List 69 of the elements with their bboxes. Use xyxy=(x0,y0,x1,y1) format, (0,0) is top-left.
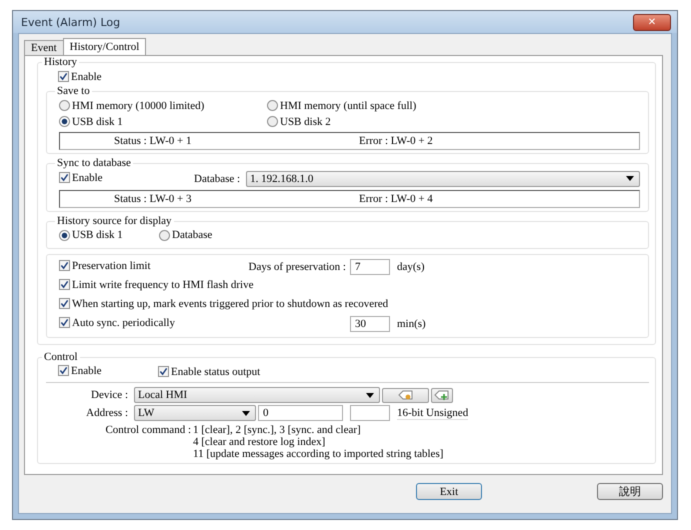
checkbox[interactable]: Enable xyxy=(59,172,103,184)
check-icon xyxy=(159,367,168,376)
checkbox-box[interactable] xyxy=(59,260,70,272)
radio-label: USB disk 1 xyxy=(72,116,123,128)
check-icon xyxy=(60,173,69,182)
check-icon xyxy=(59,72,68,81)
checkbox-label: Enable xyxy=(71,70,102,82)
address-type-dropdown[interactable]: LW xyxy=(134,405,256,421)
checkbox-box[interactable] xyxy=(58,365,69,376)
tag-icon xyxy=(398,389,414,401)
dropdown-arrow-icon xyxy=(626,176,634,181)
radio-button[interactable] xyxy=(267,116,278,127)
field-label: Days of preservation : xyxy=(248,260,346,272)
checkbox-label: Enable xyxy=(72,172,103,184)
window-title: Event (Alarm) Log xyxy=(21,16,120,28)
error-text: Error : LW-0 + 4 xyxy=(359,193,433,205)
command-text: 11 [update messages according to imported string tables] xyxy=(193,448,444,460)
database-dropdown[interactable]: 1. 192.168.1.0 xyxy=(246,170,640,186)
dropdown-arrow-icon xyxy=(366,392,374,398)
radio-label: USB disk 2 xyxy=(280,116,331,128)
checkbox-box[interactable] xyxy=(59,317,70,328)
status-text: Status : LW-0 + 1 xyxy=(114,135,192,147)
command-label: Control command : xyxy=(104,424,191,438)
error-text: Error : LW-0 + 2 xyxy=(359,135,433,147)
tab[interactable]: History/Control xyxy=(62,38,146,55)
radio-label: USB disk 1 xyxy=(72,229,123,242)
checkbox-box[interactable] xyxy=(158,366,169,377)
checkbox[interactable]: Enable xyxy=(58,364,102,377)
checkbox-box[interactable] xyxy=(59,298,70,310)
radio-label: Database xyxy=(172,229,212,242)
dropdown-arrow-icon xyxy=(242,410,250,416)
radio-button[interactable] xyxy=(159,230,170,241)
input-field[interactable] xyxy=(350,405,390,421)
settings-button[interactable] xyxy=(382,388,429,402)
dialog-button[interactable]: Exit xyxy=(416,483,482,500)
device-dropdown[interactable]: Local HMI xyxy=(134,387,380,403)
radio-button[interactable] xyxy=(267,100,278,111)
input-field[interactable]: 30 xyxy=(350,316,390,332)
checkbox-label: Enable xyxy=(71,364,102,377)
group-title: History xyxy=(43,56,78,68)
tag-add-icon xyxy=(434,389,450,401)
input-field[interactable]: 7 xyxy=(350,258,390,274)
dialog-button[interactable]: 說明 xyxy=(597,483,663,500)
field-label: Database : xyxy=(194,172,240,184)
radio-button[interactable] xyxy=(59,230,70,241)
tab[interactable]: Event xyxy=(24,40,64,55)
add-button[interactable] xyxy=(431,388,453,402)
checkbox-box[interactable] xyxy=(59,172,70,184)
data-format-label: 16-bit Unsigned xyxy=(397,406,468,420)
checkbox-box[interactable] xyxy=(58,71,69,82)
field-label: Address : xyxy=(85,407,128,419)
group-title: Sync to database xyxy=(56,157,132,169)
command-text: 1 [clear], 2 [sync.], 3 [sync. and clear] xyxy=(193,424,362,436)
checkbox-box[interactable] xyxy=(59,279,70,290)
group-title: History source for display xyxy=(56,215,173,227)
field-label: Device : xyxy=(90,389,128,401)
radio-button[interactable] xyxy=(59,100,70,111)
unit-label: day(s) xyxy=(397,260,424,272)
command-text: 4 [clear and restore log index] xyxy=(193,436,326,448)
radio-button[interactable] xyxy=(59,116,70,127)
radio-label: HMI memory (until space full) xyxy=(280,100,416,112)
group-title: Save to xyxy=(56,85,91,97)
group-title: Control xyxy=(43,351,79,363)
address-field[interactable]: 0 xyxy=(258,405,343,421)
radio-label: HMI memory (10000 limited) xyxy=(72,100,204,112)
check-icon xyxy=(59,366,68,376)
unit-label: min(s) xyxy=(397,318,426,330)
status-text: Status : LW-0 + 3 xyxy=(114,193,192,205)
checkbox[interactable]: Enable xyxy=(58,70,102,82)
